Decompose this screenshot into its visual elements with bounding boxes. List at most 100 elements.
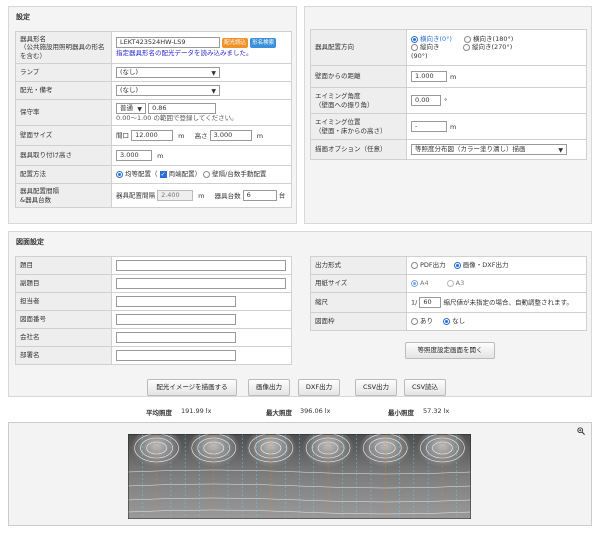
aiming-position-input[interactable]: - [411,121,447,132]
light-label: 配光・備考 [15,81,112,100]
layout-manual-radio[interactable] [203,170,211,178]
chevron-down-icon: ▼ [211,70,216,77]
width-unit: m [178,131,185,140]
direction-h0-radio[interactable] [411,35,418,43]
mount-height-input[interactable]: 3.000 [116,150,152,161]
draw-option-value: 等照度分布図（カラー塗り潰し）描画 [415,145,526,153]
output-image-label: 画像・DXF出力 [462,261,509,270]
iso-settings-button[interactable]: 等照度設定画面を開く [405,342,495,359]
direction-v270-label: 縦向き(270°) [472,43,513,52]
drawing-settings-panel: 図面設定 題目 副題目 担当者 図面番号 会社名 部署名 出力形式 PDF出力 … [8,231,592,397]
aiming-angle-input[interactable]: 0.00 [411,95,441,106]
frame-on-radio[interactable] [411,317,418,325]
direction-h180-radio[interactable] [464,35,472,43]
layout-even-radio[interactable] [116,170,123,178]
drawing-fields-table: 題目 副題目 担当者 図面番号 会社名 部署名 [15,256,292,365]
draw-image-button[interactable]: 配光イメージを描画する [147,379,237,396]
output-image-radio[interactable] [453,261,461,269]
avg-value: 191.99 lx [181,407,212,415]
frame-label: 図面枠 [310,312,407,331]
chevron-down-icon: ▼ [211,88,216,95]
paper-a4-label: A4 [420,279,429,288]
zoom-icon[interactable] [577,427,585,435]
chevron-down-icon: ▼ [137,105,142,113]
layout-close-paren: ） [194,170,202,179]
csv-import-button[interactable]: CSV読込 [404,379,446,396]
spacing-unit: m [198,191,205,200]
mount-height-unit: m [157,151,164,160]
output-table: 出力形式 PDF出力 画像・DXF出力 用紙サイズ A4 A3 縮尺 1/ 60… [310,256,587,331]
frame-off-radio[interactable] [443,317,451,325]
field-title-label: 題目 [15,256,112,275]
model-note: 指定器具形名の配光データを読み込みました。 [116,49,253,58]
load-distribution-button[interactable]: 配光読込 [222,37,249,48]
maintenance-input[interactable]: 0.86 [148,102,217,114]
spacing-prefix: 器具配置間隔 [116,191,155,200]
layout-both-label: 両端配置 [168,170,195,179]
output-pdf-radio[interactable] [411,261,418,269]
height-unit: m [256,131,264,140]
csv-output-button[interactable]: CSV出力 [355,379,397,396]
field-company-label: 会社名 [15,328,112,347]
wall-size-label: 壁面サイズ [15,125,112,146]
distance-label: 壁面からの距離 [310,65,407,88]
spacing-input[interactable]: 2.400 [157,190,194,201]
orientation-panel: 器具配置方向 横向き(0°) 横向き(180°) 縦向き (90°) 縦向き(2… [304,6,592,224]
light-select-value: (なし) [120,86,139,94]
layout-even-label: 均等配置（ [125,170,158,179]
light-select[interactable]: (なし) ▼ [116,85,220,96]
max-value: 396.06 lx [300,407,331,415]
model-search-button[interactable]: 形名検索 [250,37,277,48]
image-output-button[interactable]: 画像出力 [248,379,290,396]
lamp-select-value: (なし) [120,68,139,76]
height-input[interactable]: 3.000 [209,130,252,141]
equipment-settings-panel: 設定 器具形名 （公共施設用照明器具の形名を含む） LEKT423524HW-L… [8,6,297,224]
model-input[interactable]: LEKT423524HW-LS9 [116,37,220,49]
maintenance-label: 保守率 [15,99,112,126]
paper-a4-radio[interactable] [411,279,418,287]
distance-input[interactable]: 1.000 [411,71,447,82]
count-input[interactable]: 6 [242,190,277,201]
field-drawing-number-input[interactable] [116,314,236,325]
direction-v90-radio[interactable] [411,43,418,51]
illuminance-plot-area [8,422,592,526]
count-unit: 台 [278,191,286,200]
dxf-output-button[interactable]: DXF出力 [298,379,340,396]
field-person-input[interactable] [116,296,236,307]
field-drawing-number-label: 図面番号 [15,310,112,329]
layout-manual-label: 壁隔/台数手動配置 [212,170,267,179]
direction-label: 器具配置方向 [310,29,407,66]
min-value: 57.32 lx [423,407,450,415]
field-person-label: 担当者 [15,292,112,311]
min-label: 最小照度 [388,409,414,417]
paper-size-label: 用紙サイズ [310,274,407,293]
equipment-settings-table: 器具形名 （公共施設用照明器具の形名を含む） LEKT423524HW-LS9 … [15,31,292,208]
paper-a3-radio[interactable] [446,279,454,287]
field-department-label: 部署名 [15,346,112,365]
maintenance-select[interactable]: 普通 ▼ [116,102,146,114]
field-department-input[interactable] [116,350,236,361]
width-input[interactable]: 12.000 [131,130,174,141]
scale-label: 縮尺 [310,292,407,313]
maintenance-select-value: 普通 [120,103,133,112]
layout-label: 配置方法 [15,165,112,184]
lamp-select[interactable]: (なし) ▼ [116,67,220,78]
mount-height-label: 器具取り付け高さ [15,145,112,166]
field-subtitle-input[interactable] [116,278,286,289]
layout-both-checkbox[interactable]: ✓ [159,170,167,178]
spacing-label: 器具配置間隔 &器具台数 [15,183,112,208]
aiming-position-label: エイミング位置 （壁面・床からの高さ） [310,113,407,140]
scale-input[interactable]: 60 [419,297,442,308]
scale-note: 縮尺値が未指定の場合、自動調整されます。 [443,298,573,307]
field-company-input[interactable] [116,332,236,343]
maintenance-note: 0.00～1.00 の範囲で登録してください。 [116,113,238,122]
draw-option-select[interactable]: 等照度分布図（カラー塗り潰し）描画 ▼ [411,144,567,155]
direction-v270-radio[interactable] [463,43,470,51]
drawing-settings-title: 図面設定 [16,238,44,246]
field-title-input[interactable] [116,260,286,271]
width-prefix: 間口 [116,131,129,140]
frame-on-label: あり [420,317,433,326]
output-pdf-label: PDF出力 [420,261,446,270]
paper-a3-label: A3 [455,279,465,288]
count-prefix: 器具台数 [214,191,241,200]
